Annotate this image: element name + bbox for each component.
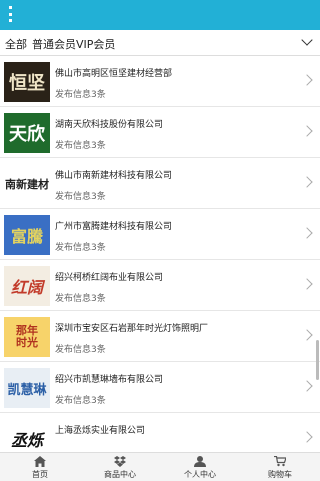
company-logo: 富騰 (4, 215, 50, 255)
chevron-right-icon (301, 176, 313, 188)
filter-tabs: 全部 普通会员VIP会员 (0, 30, 320, 56)
post-count: 发布信息3条 (55, 243, 106, 253)
list-item[interactable]: 富騰 广州市富腾建材科技有限公司 发布信息3条 (0, 209, 320, 260)
tab-all[interactable]: 全部 (5, 36, 27, 52)
company-name: 湖南天欣科技股份有限公司 (55, 120, 164, 130)
nav-home-label: 首页 (32, 470, 48, 479)
company-name: 绍兴市凯慧琳墙布有限公司 (55, 375, 164, 385)
top-bar (0, 0, 320, 30)
nav-profile-label: 个人中心 (184, 470, 216, 479)
company-name: 深圳市宝安区石岩那年时光灯饰照明厂 (55, 324, 209, 334)
company-logo: 天欣 (4, 113, 50, 153)
company-name: 广州市富腾建材科技有限公司 (55, 222, 173, 232)
list-item[interactable]: 天欣 湖南天欣科技股份有限公司 发布信息3条 (0, 107, 320, 158)
list-item[interactable]: 南新建材 佛山市南新建材科技有限公司 发布信息3条 (0, 158, 320, 209)
company-list: 恒坚 佛山市高明区恒坚建材经营部 发布信息3条 天欣 湖南天欣科技股份有限公司 … (0, 56, 320, 452)
company-logo: 红阔 (4, 266, 50, 306)
cart-icon (274, 456, 286, 467)
chevron-right-icon (301, 329, 313, 341)
post-count: 发布信息3条 (55, 396, 106, 406)
list-item[interactable]: 凯慧琳 绍兴市凯慧琳墙布有限公司 发布信息3条 (0, 362, 320, 413)
list-item[interactable]: 红阔 绍兴柯桥红阔布业有限公司 发布信息3条 (0, 260, 320, 311)
company-logo: 南新建材 (4, 164, 50, 204)
company-name: 上海丞烁实业有限公司 (55, 426, 146, 436)
nav-products[interactable]: 商品中心 (80, 453, 160, 481)
nav-products-label: 商品中心 (104, 470, 136, 479)
chevron-right-icon (301, 380, 313, 392)
company-logo: 恒坚 (4, 62, 50, 102)
dropbox-icon (114, 456, 126, 467)
chevron-right-icon (301, 74, 313, 86)
chevron-right-icon (301, 431, 313, 443)
chevron-right-icon (301, 278, 313, 290)
post-count: 发布信息3条 (55, 90, 106, 100)
chevron-right-icon (301, 125, 313, 137)
post-count: 发布信息3条 (55, 192, 106, 202)
bottom-nav: 首页 商品中心 个人中心 购物车 (0, 452, 320, 481)
nav-cart[interactable]: 购物车 (240, 453, 320, 481)
list-item[interactable]: 那年时光 深圳市宝安区石岩那年时光灯饰照明厂 发布信息3条 (0, 311, 320, 362)
company-name: 佛山市南新建材科技有限公司 (55, 171, 173, 181)
company-name: 佛山市高明区恒坚建材经营部 (55, 69, 173, 79)
list-item[interactable]: 丞烁 上海丞烁实业有限公司 (0, 413, 320, 452)
nav-profile[interactable]: 个人中心 (160, 453, 240, 481)
scrollbar[interactable] (316, 340, 319, 380)
nav-cart-label: 购物车 (268, 470, 292, 479)
user-icon (194, 456, 206, 467)
company-logo: 凯慧琳 (4, 368, 50, 408)
post-count: 发布信息3条 (55, 294, 106, 304)
nav-home[interactable]: 首页 (0, 453, 80, 481)
company-logo: 丞烁 (4, 419, 50, 452)
tab-members[interactable]: 普通会员VIP会员 (32, 36, 115, 52)
home-icon (34, 456, 46, 467)
list-item[interactable]: 恒坚 佛山市高明区恒坚建材经营部 发布信息3条 (0, 56, 320, 107)
post-count: 发布信息3条 (55, 141, 106, 151)
chevron-right-icon (301, 227, 313, 239)
vertical-dots-icon[interactable] (5, 6, 15, 22)
company-name: 绍兴柯桥红阔布业有限公司 (55, 273, 164, 283)
chevron-down-icon[interactable] (301, 34, 313, 46)
post-count: 发布信息3条 (55, 345, 106, 355)
company-logo: 那年时光 (4, 317, 50, 357)
